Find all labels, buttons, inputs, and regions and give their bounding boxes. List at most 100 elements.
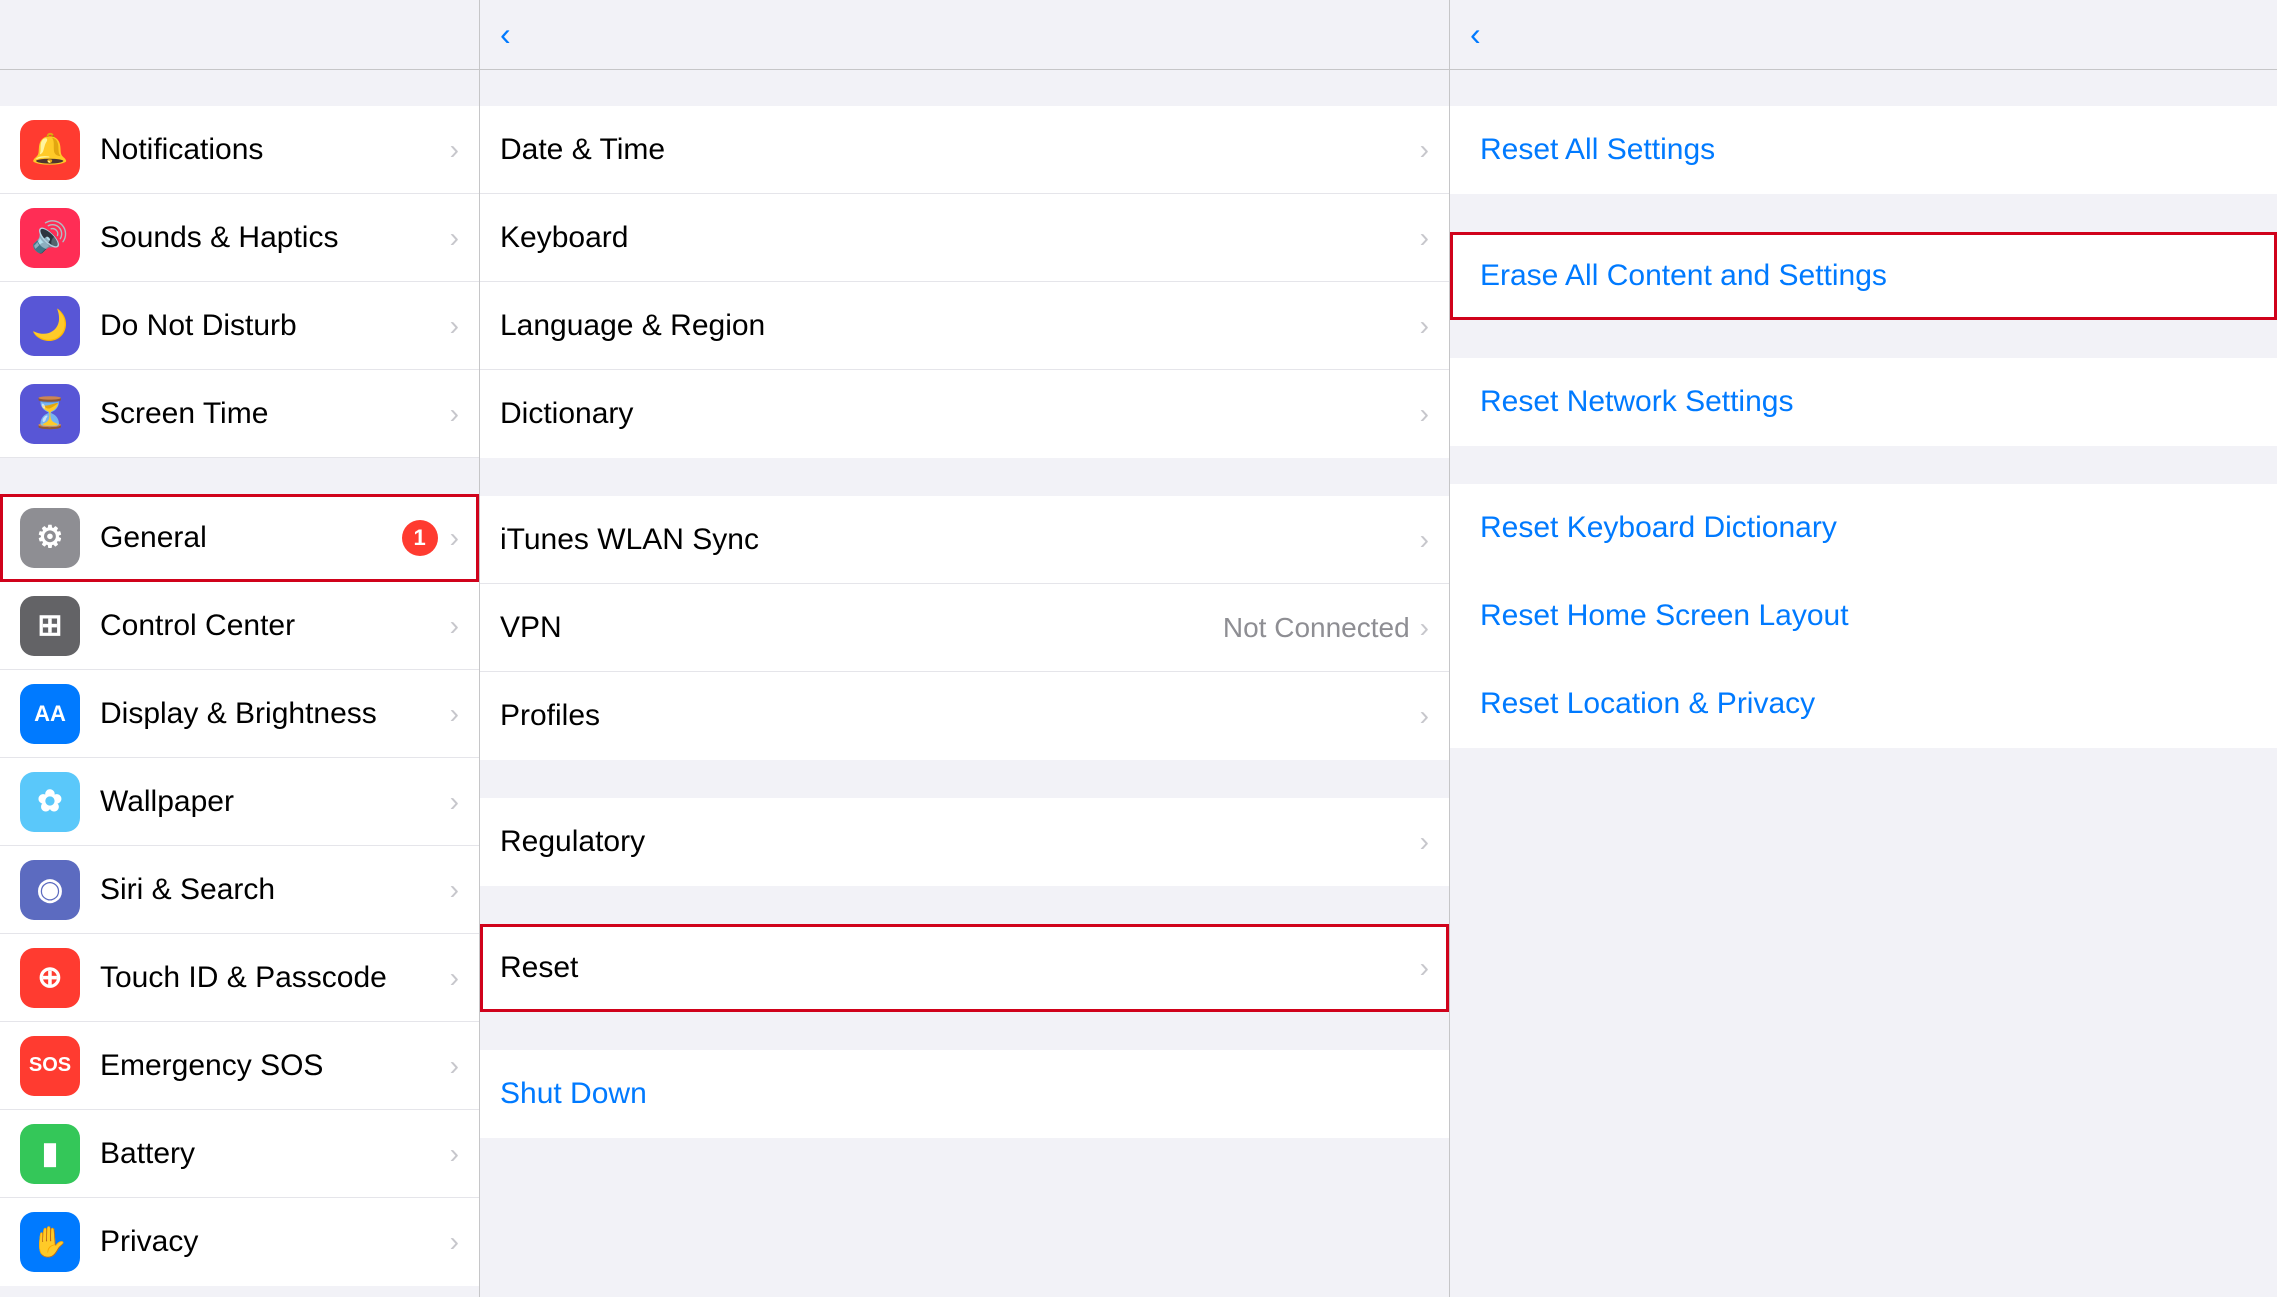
- chevron-touch-id: ›: [450, 962, 459, 994]
- right-group-2: Reset Network Settings: [1450, 358, 2277, 446]
- mid-divider-3: [480, 1014, 1449, 1050]
- middle-value-vpn: Not Connected: [1223, 612, 1410, 644]
- middle-group-1: iTunes WLAN Sync › VPN Not Connected › P…: [480, 496, 1449, 760]
- middle-item-language-region[interactable]: Language & Region ›: [480, 282, 1449, 370]
- mid-divider-0: [480, 460, 1449, 496]
- middle-group-3: Reset ›: [480, 924, 1449, 1012]
- sidebar-item-wallpaper[interactable]: ✿ Wallpaper ›: [0, 758, 479, 846]
- label-touch-id: Touch ID & Passcode: [100, 961, 450, 995]
- label-do-not-disturb: Do Not Disturb: [100, 309, 450, 343]
- label-privacy: Privacy: [100, 1225, 450, 1259]
- middle-item-shut-down[interactable]: Shut Down: [480, 1050, 1449, 1138]
- middle-chevron-keyboard: ›: [1420, 222, 1429, 254]
- middle-label-reset: Reset: [500, 951, 1420, 985]
- middle-chevron-profiles: ›: [1420, 700, 1429, 732]
- middle-chevron-date-time: ›: [1420, 134, 1429, 166]
- icon-wallpaper: ✿: [20, 772, 80, 832]
- top-divider-right: [1450, 70, 2277, 106]
- middle-label-itunes-wlan: iTunes WLAN Sync: [500, 523, 1420, 557]
- top-divider-left: [0, 70, 479, 106]
- sidebar-item-notifications[interactable]: 🔔 Notifications ›: [0, 106, 479, 194]
- middle-item-profiles[interactable]: Profiles ›: [480, 672, 1449, 760]
- sidebar-item-battery[interactable]: ▮ Battery ›: [0, 1110, 479, 1198]
- sidebar-item-emergency-sos[interactable]: SOS Emergency SOS ›: [0, 1022, 479, 1110]
- middle-chevron-language-region: ›: [1420, 310, 1429, 342]
- right-item-reset-network[interactable]: Reset Network Settings: [1450, 358, 2277, 446]
- icon-emergency-sos: SOS: [20, 1036, 80, 1096]
- left-items-container: 🔔 Notifications › 🔊 Sounds & Haptics › 🌙…: [0, 106, 479, 1286]
- icon-privacy: ✋: [20, 1212, 80, 1272]
- chevron-do-not-disturb: ›: [450, 310, 459, 342]
- sidebar-item-siri[interactable]: ◉ Siri & Search ›: [0, 846, 479, 934]
- middle-settings-list: Date & Time › Keyboard › Language & Regi…: [480, 70, 1449, 1297]
- right-item-erase-all[interactable]: Erase All Content and Settings: [1450, 232, 2277, 320]
- mid-divider-1: [480, 762, 1449, 798]
- middle-label-language-region: Language & Region: [500, 309, 1420, 343]
- label-control-center: Control Center: [100, 609, 450, 643]
- icon-general: ⚙: [20, 508, 80, 568]
- icon-control-center: ⊞: [20, 596, 80, 656]
- right-item-reset-keyboard[interactable]: Reset Keyboard Dictionary: [1450, 484, 2277, 572]
- sidebar-item-touch-id[interactable]: ⊕ Touch ID & Passcode ›: [0, 934, 479, 1022]
- right-group-0: Reset All Settings: [1450, 106, 2277, 194]
- middle-item-date-time[interactable]: Date & Time ›: [480, 106, 1449, 194]
- sidebar-item-privacy[interactable]: ✋ Privacy ›: [0, 1198, 479, 1286]
- chevron-privacy: ›: [450, 1226, 459, 1258]
- middle-back-button[interactable]: ‹: [500, 16, 515, 53]
- middle-item-keyboard[interactable]: Keyboard ›: [480, 194, 1449, 282]
- sidebar-item-screen-time[interactable]: ⏳ Screen Time ›: [0, 370, 479, 458]
- right-groups-container: Reset All Settings Erase All Content and…: [1450, 106, 2277, 786]
- right-divider-1: [1450, 322, 2277, 358]
- label-emergency-sos: Emergency SOS: [100, 1049, 450, 1083]
- right-item-reset-location[interactable]: Reset Location & Privacy: [1450, 660, 2277, 748]
- middle-group-2: Regulatory ›: [480, 798, 1449, 886]
- right-item-reset-home[interactable]: Reset Home Screen Layout: [1450, 572, 2277, 660]
- sidebar-item-do-not-disturb[interactable]: 🌙 Do Not Disturb ›: [0, 282, 479, 370]
- left-column: 🔔 Notifications › 🔊 Sounds & Haptics › 🌙…: [0, 0, 480, 1297]
- middle-item-dictionary[interactable]: Dictionary ›: [480, 370, 1449, 458]
- top-divider-mid: [480, 70, 1449, 106]
- settings-divider-4: [0, 458, 479, 494]
- middle-item-vpn[interactable]: VPN Not Connected ›: [480, 584, 1449, 672]
- right-back-button[interactable]: ‹: [1470, 16, 1485, 53]
- chevron-notifications: ›: [450, 134, 459, 166]
- label-sounds: Sounds & Haptics: [100, 221, 450, 255]
- label-notifications: Notifications: [100, 133, 450, 167]
- icon-siri: ◉: [20, 860, 80, 920]
- middle-chevron-vpn: ›: [1420, 612, 1429, 644]
- chevron-screen-time: ›: [450, 398, 459, 430]
- right-column: ‹ Reset All Settings Erase All Content a…: [1450, 0, 2277, 1297]
- label-wallpaper: Wallpaper: [100, 785, 450, 819]
- middle-label-shut-down: Shut Down: [500, 1077, 1429, 1111]
- middle-item-itunes-wlan[interactable]: iTunes WLAN Sync ›: [480, 496, 1449, 584]
- middle-item-regulatory[interactable]: Regulatory ›: [480, 798, 1449, 886]
- chevron-control-center: ›: [450, 610, 459, 642]
- right-group-3: Reset Keyboard Dictionary Reset Home Scr…: [1450, 484, 2277, 748]
- sidebar-item-general[interactable]: ⚙ General 1 ›: [0, 494, 479, 582]
- right-settings-list: Reset All Settings Erase All Content and…: [1450, 70, 2277, 1297]
- middle-label-keyboard: Keyboard: [500, 221, 1420, 255]
- right-label-reset-home: Reset Home Screen Layout: [1480, 599, 1849, 633]
- right-label-reset-location: Reset Location & Privacy: [1480, 687, 1815, 721]
- right-group-1: Erase All Content and Settings: [1450, 232, 2277, 320]
- middle-chevron-regulatory: ›: [1420, 826, 1429, 858]
- middle-label-regulatory: Regulatory: [500, 825, 1420, 859]
- icon-sounds: 🔊: [20, 208, 80, 268]
- sidebar-item-sounds[interactable]: 🔊 Sounds & Haptics ›: [0, 194, 479, 282]
- sidebar-item-control-center[interactable]: ⊞ Control Center ›: [0, 582, 479, 670]
- right-label-erase-all: Erase All Content and Settings: [1480, 259, 1887, 293]
- right-label-reset-all-settings: Reset All Settings: [1480, 133, 1715, 167]
- right-back-chevron: ‹: [1470, 16, 1481, 53]
- middle-groups-container: Date & Time › Keyboard › Language & Regi…: [480, 106, 1449, 1138]
- sidebar-item-display[interactable]: AA Display & Brightness ›: [0, 670, 479, 758]
- label-screen-time: Screen Time: [100, 397, 450, 431]
- label-display: Display & Brightness: [100, 697, 450, 731]
- chevron-wallpaper: ›: [450, 786, 459, 818]
- left-settings-list: 🔔 Notifications › 🔊 Sounds & Haptics › 🌙…: [0, 70, 479, 1297]
- middle-item-reset[interactable]: Reset ›: [480, 924, 1449, 1012]
- right-item-reset-all-settings[interactable]: Reset All Settings: [1450, 106, 2277, 194]
- middle-label-dictionary: Dictionary: [500, 397, 1420, 431]
- middle-label-date-time: Date & Time: [500, 133, 1420, 167]
- badge-general: 1: [402, 520, 438, 556]
- icon-screen-time: ⏳: [20, 384, 80, 444]
